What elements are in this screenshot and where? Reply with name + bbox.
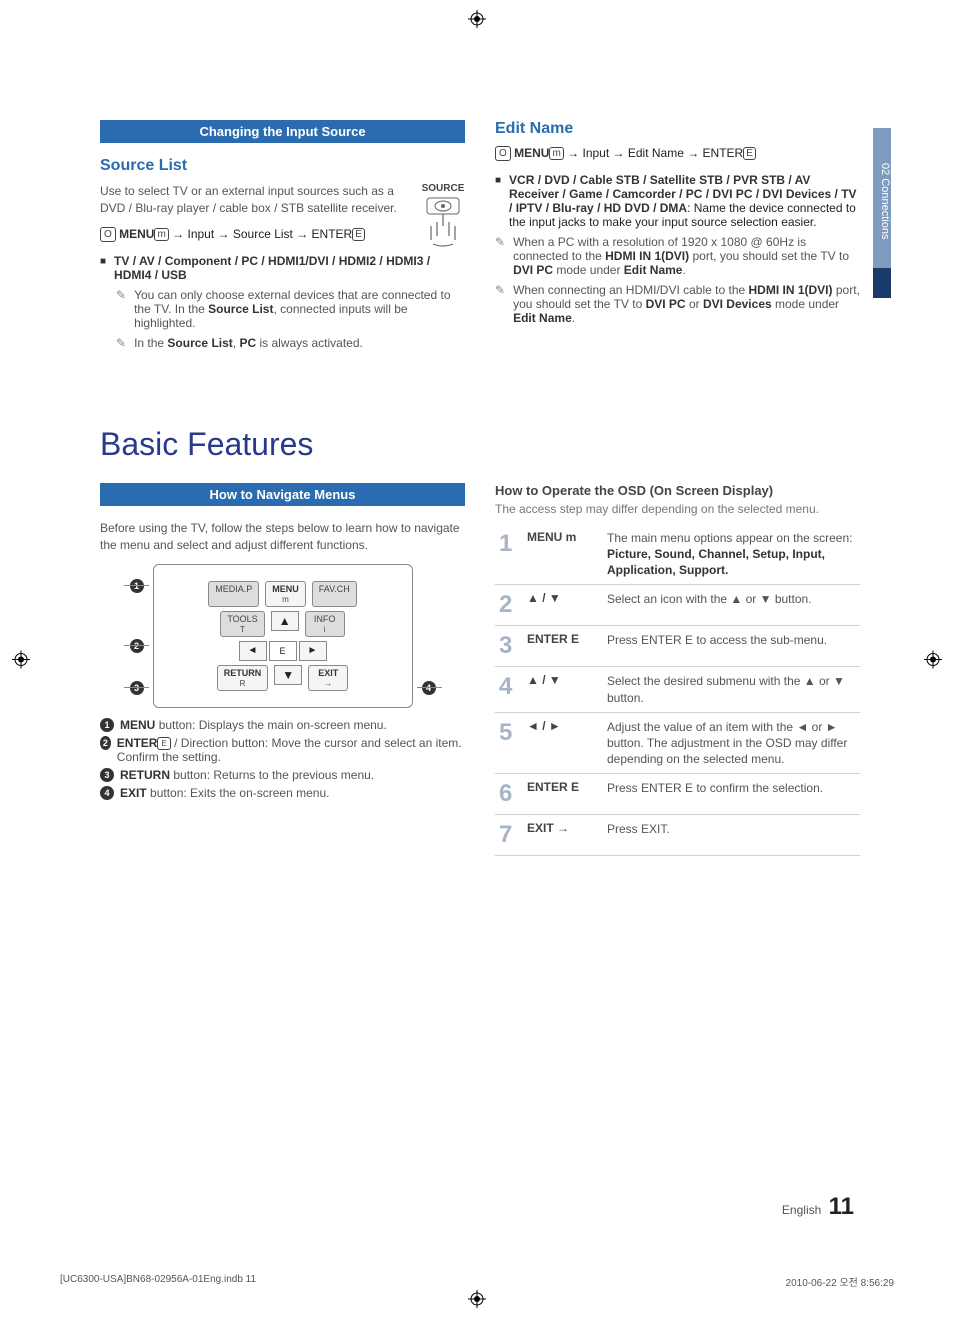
menu-button-icon: O — [495, 146, 511, 161]
callout-3-icon: 3 — [100, 768, 114, 782]
dpad-right-icon: ► — [299, 641, 327, 661]
dpad-enter-icon: E — [269, 641, 297, 661]
btn-media-p: MEDIA.P — [208, 581, 259, 607]
osd-step-number: 2 — [495, 585, 523, 626]
right-column: Edit Name O MENUm → Input → Edit Name → … — [495, 120, 860, 356]
osd-subtitle: The access step may differ depending on … — [495, 502, 860, 516]
osd-step-desc: Press EXIT. — [603, 815, 860, 856]
osd-step-desc: Press ENTER E to confirm the selection. — [603, 774, 860, 815]
source-button-illustration: SOURCE — [421, 183, 465, 253]
note-dvi-pc: When a PC with a resolution of 1920 x 10… — [495, 235, 860, 277]
osd-step-row: 3ENTER EPress ENTER E to access the sub-… — [495, 626, 860, 667]
callout-4-marker: 4 — [422, 681, 436, 695]
osd-step-key: ▲ / ▼ — [523, 667, 603, 712]
osd-step-row: 2▲ / ▼Select an icon with the ▲ or ▼ but… — [495, 585, 860, 626]
osd-step-key: ENTER E — [523, 774, 603, 815]
osd-step-key: ▲ / ▼ — [523, 585, 603, 626]
note-source-connected: You can only choose external devices tha… — [116, 288, 465, 330]
osd-step-desc: The main menu options appear on the scre… — [603, 524, 860, 585]
osd-step-desc: Select an icon with the ▲ or ▼ button. — [603, 585, 860, 626]
right-column-lower: How to Operate the OSD (On Screen Displa… — [495, 483, 860, 857]
heading-basic-features: Basic Features — [100, 426, 860, 463]
osd-step-desc: Select the desired submenu with the ▲ or… — [603, 667, 860, 712]
menu-path-source-list: O MENUm → Input → Source List → ENTERE — [100, 227, 411, 242]
callout-3-marker: 3 — [130, 681, 144, 695]
crop-mark-top — [468, 10, 486, 31]
section-bar-navigate: How to Navigate Menus — [100, 483, 465, 506]
osd-step-number: 4 — [495, 667, 523, 712]
bullet-source-options: TV / AV / Component / PC / HDMI1/DVI / H… — [100, 254, 465, 282]
osd-step-desc: Adjust the value of an item with the ◄ o… — [603, 712, 860, 774]
osd-steps-table: 1MENU mThe main menu options appear on t… — [495, 524, 860, 857]
btn-exit: EXIT→ — [308, 665, 348, 691]
page-content: Changing the Input Source Source List Us… — [100, 120, 860, 856]
btn-menu: MENUm — [265, 581, 306, 607]
btn-tools: TOOLST — [220, 611, 264, 637]
note-dvi-devices: When connecting an HDMI/DVI cable to the… — [495, 283, 860, 325]
callout-1-text: button: Displays the main on-screen menu… — [159, 718, 387, 732]
section-tab-dark — [873, 268, 891, 298]
menu-button-icon: O — [100, 227, 116, 242]
callout-list: 1MENU button: Displays the main on-scree… — [100, 718, 465, 800]
dpad-down-icon: ▼ — [274, 665, 302, 685]
callout-2-icon: 2 — [100, 736, 111, 750]
dpad-up-icon: ▲ — [271, 611, 299, 631]
osd-step-row: 1MENU mThe main menu options appear on t… — [495, 524, 860, 585]
left-column: Changing the Input Source Source List Us… — [100, 120, 465, 356]
callout-4-text: button: Exits the on-screen menu. — [150, 786, 329, 800]
osd-step-row: 7EXIT →Press EXIT. — [495, 815, 860, 856]
callout-4-icon: 4 — [100, 786, 114, 800]
callout-2-marker: 2 — [130, 639, 144, 653]
btn-fav-ch: FAV.CH — [312, 581, 357, 607]
heading-edit-name: Edit Name — [495, 120, 860, 138]
source-list-intro: Use to select TV or an external input so… — [100, 183, 411, 217]
osd-step-row: 4▲ / ▼Select the desired submenu with th… — [495, 667, 860, 712]
osd-heading: How to Operate the OSD (On Screen Displa… — [495, 483, 860, 498]
note-pc-activated: In the Source List, PC is always activat… — [116, 336, 465, 350]
osd-step-key: EXIT → — [523, 815, 603, 856]
osd-step-key: MENU m — [523, 524, 603, 585]
footer-meta: [UC6300-USA]BN68-02956A-01Eng.indb 11 20… — [60, 1274, 894, 1289]
osd-step-number: 1 — [495, 524, 523, 585]
osd-step-key: ENTER E — [523, 626, 603, 667]
osd-step-row: 5◄ / ►Adjust the value of an item with t… — [495, 712, 860, 774]
crop-mark-right — [924, 650, 942, 671]
osd-step-number: 7 — [495, 815, 523, 856]
osd-step-number: 3 — [495, 626, 523, 667]
callout-1-icon: 1 — [100, 718, 114, 732]
osd-step-row: 6ENTER EPress ENTER E to confirm the sel… — [495, 774, 860, 815]
left-column-lower: How to Navigate Menus Before using the T… — [100, 483, 465, 857]
crop-mark-bottom — [468, 1290, 486, 1311]
bullet-edit-name-options: VCR / DVD / Cable STB / Satellite STB / … — [495, 173, 860, 229]
page-number: English 11 — [782, 1193, 854, 1221]
callout-3-text: button: Returns to the previous menu. — [173, 768, 374, 782]
remote-diagram: MEDIA.P MENUm FAV.CH TOOLST ▲ INFOi ◄ E … — [153, 564, 413, 708]
btn-info: INFOi — [305, 611, 345, 637]
crop-mark-left — [12, 650, 30, 671]
footer-stamp: 2010-06-22 오전 8:56:29 — [786, 1274, 894, 1289]
section-tab: 02 Connections — [873, 128, 891, 268]
menu-path-edit-name: O MENUm → Input → Edit Name → ENTERE — [495, 146, 860, 161]
osd-step-number: 6 — [495, 774, 523, 815]
footer-file: [UC6300-USA]BN68-02956A-01Eng.indb 11 — [60, 1274, 256, 1289]
heading-source-list: Source List — [100, 157, 465, 175]
section-bar-input-source: Changing the Input Source — [100, 120, 465, 143]
callout-1-marker: 1 — [130, 579, 144, 593]
dpad-left-icon: ◄ — [239, 641, 267, 661]
osd-step-key: ◄ / ► — [523, 712, 603, 774]
osd-step-desc: Press ENTER E to access the sub-menu. — [603, 626, 860, 667]
navigate-intro: Before using the TV, follow the steps be… — [100, 520, 465, 554]
btn-return: RETURNR — [217, 665, 269, 691]
osd-step-number: 5 — [495, 712, 523, 774]
